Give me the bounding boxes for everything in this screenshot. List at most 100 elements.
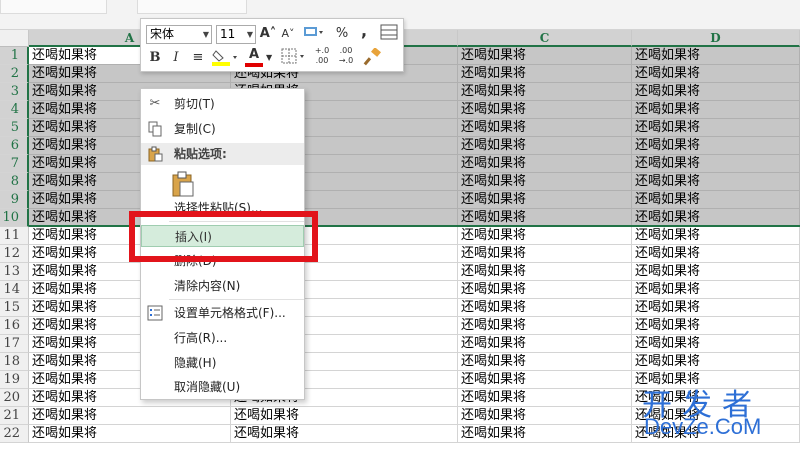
cell[interactable]: 还喝如果将	[632, 137, 800, 155]
row-header[interactable]: 22	[0, 425, 29, 443]
row-header[interactable]: 9	[0, 191, 29, 209]
row-header[interactable]: 13	[0, 263, 29, 281]
row-header[interactable]: 5	[0, 119, 29, 137]
menu-item-format-cells[interactable]: 设置单元格格式(F)...	[141, 302, 304, 324]
align-center-button[interactable]: ≡	[189, 48, 207, 68]
cell[interactable]: 还喝如果将	[458, 137, 632, 155]
row-header[interactable]: 4	[0, 101, 29, 119]
cell[interactable]: 还喝如果将	[632, 335, 800, 353]
merge-cells-button[interactable]	[379, 24, 399, 44]
ribbon-control[interactable]	[0, 0, 107, 14]
cell[interactable]: 还喝如果将	[458, 119, 632, 137]
cell[interactable]: 还喝如果将	[458, 227, 632, 245]
row-header[interactable]: 17	[0, 335, 29, 353]
cell[interactable]: 还喝如果将	[231, 425, 458, 443]
cell[interactable]: 还喝如果将	[632, 299, 800, 317]
cell[interactable]: 还喝如果将	[632, 281, 800, 299]
cell[interactable]: 还喝如果将	[632, 371, 800, 389]
row-header[interactable]: 19	[0, 371, 29, 389]
bold-button[interactable]: B	[147, 48, 163, 68]
menu-item-cut[interactable]: ✂ 剪切(T)	[141, 93, 304, 115]
cell[interactable]: 还喝如果将	[458, 389, 632, 407]
font-color-button[interactable]: A ▼	[245, 47, 275, 68]
ribbon-control[interactable]	[137, 0, 247, 14]
cell[interactable]: 还喝如果将	[632, 173, 800, 191]
row-header[interactable]: 20	[0, 389, 29, 407]
menu-item-row-height[interactable]: 行高(R)...	[141, 327, 304, 349]
cell[interactable]: 还喝如果将	[458, 299, 632, 317]
cell[interactable]: 还喝如果将	[458, 425, 632, 443]
cell[interactable]: 还喝如果将	[632, 191, 800, 209]
row-header[interactable]: 16	[0, 317, 29, 335]
italic-button[interactable]: I	[168, 48, 184, 68]
cell[interactable]: 还喝如果将	[632, 353, 800, 371]
menu-item-unhide[interactable]: 取消隐藏(U)	[141, 376, 304, 398]
decrease-decimal-button[interactable]: .00 →.0	[335, 46, 357, 66]
row-header[interactable]: 2	[0, 65, 29, 83]
column-header-c[interactable]: C	[458, 30, 632, 47]
borders-button[interactable]	[280, 48, 308, 68]
row-header[interactable]: 12	[0, 245, 29, 263]
cell[interactable]: 还喝如果将	[632, 47, 800, 65]
cell[interactable]: 还喝如果将	[458, 317, 632, 335]
cell[interactable]: 还喝如果将	[632, 263, 800, 281]
row-header[interactable]: 11	[0, 227, 29, 245]
cell[interactable]: 还喝如果将	[458, 335, 632, 353]
cell[interactable]: 还喝如果将	[29, 407, 231, 425]
font-name-select[interactable]: 宋体 ▼	[146, 25, 212, 44]
cell[interactable]: 还喝如果将	[632, 155, 800, 173]
menu-item-copy[interactable]: 复制(C)	[141, 118, 304, 140]
cell[interactable]: 还喝如果将	[231, 407, 458, 425]
cell[interactable]: 还喝如果将	[458, 173, 632, 191]
menu-item-insert[interactable]: 插入(I)	[141, 225, 304, 247]
row-header[interactable]: 8	[0, 173, 29, 191]
cell[interactable]: 还喝如果将	[632, 101, 800, 119]
cell[interactable]: 还喝如果将	[458, 353, 632, 371]
shrink-font-button[interactable]: A˅	[279, 24, 297, 44]
cell[interactable]: 还喝如果将	[632, 227, 800, 245]
cell[interactable]: 还喝如果将	[458, 281, 632, 299]
column-header-d[interactable]: D	[632, 30, 800, 47]
cell[interactable]: 还喝如果将	[458, 191, 632, 209]
cell[interactable]: 还喝如果将	[632, 65, 800, 83]
row-header[interactable]: 18	[0, 353, 29, 371]
cell[interactable]: 还喝如果将	[458, 101, 632, 119]
cell[interactable]: 还喝如果将	[632, 245, 800, 263]
cell[interactable]: 还喝如果将	[458, 155, 632, 173]
fill-color-button[interactable]	[211, 48, 241, 68]
cell[interactable]: 还喝如果将	[458, 407, 632, 425]
row-header[interactable]: 6	[0, 137, 29, 155]
font-size-select[interactable]: 11 ▼	[216, 25, 256, 44]
menu-item-hide[interactable]: 隐藏(H)	[141, 352, 304, 374]
increase-decimal-button[interactable]: +.0 .00	[311, 46, 333, 66]
comma-style-button[interactable]: ,	[357, 21, 371, 41]
row-header[interactable]: 21	[0, 407, 29, 425]
cell[interactable]: 还喝如果将	[632, 425, 800, 443]
cell[interactable]: 还喝如果将	[632, 83, 800, 101]
cell[interactable]: 还喝如果将	[29, 425, 231, 443]
cell[interactable]: 还喝如果将	[458, 209, 632, 227]
row-header[interactable]: 14	[0, 281, 29, 299]
cell[interactable]: 还喝如果将	[632, 389, 800, 407]
grow-font-button[interactable]: A˄	[259, 24, 277, 44]
menu-item-paste-special[interactable]: 选择性粘贴(S)...	[141, 197, 304, 219]
row-header[interactable]: 15	[0, 299, 29, 317]
cell[interactable]: 还喝如果将	[458, 371, 632, 389]
cell[interactable]: 还喝如果将	[632, 209, 800, 227]
row-header[interactable]: 7	[0, 155, 29, 173]
cell[interactable]: 还喝如果将	[458, 245, 632, 263]
cell[interactable]: 还喝如果将	[458, 47, 632, 65]
cell[interactable]: 还喝如果将	[632, 119, 800, 137]
cell[interactable]: 还喝如果将	[458, 263, 632, 281]
cell[interactable]: 还喝如果将	[458, 65, 632, 83]
percent-button[interactable]: %	[333, 24, 351, 44]
row-header[interactable]: 3	[0, 83, 29, 101]
paste-option-button[interactable]	[171, 171, 195, 197]
row-header[interactable]: 1	[0, 47, 29, 65]
menu-item-clear-contents[interactable]: 清除内容(N)	[141, 275, 304, 297]
cell[interactable]: 还喝如果将	[458, 83, 632, 101]
menu-item-delete[interactable]: 删除(D)	[141, 250, 304, 272]
cell[interactable]: 还喝如果将	[632, 317, 800, 335]
row-header[interactable]: 10	[0, 209, 29, 227]
cell[interactable]: 还喝如果将	[632, 407, 800, 425]
